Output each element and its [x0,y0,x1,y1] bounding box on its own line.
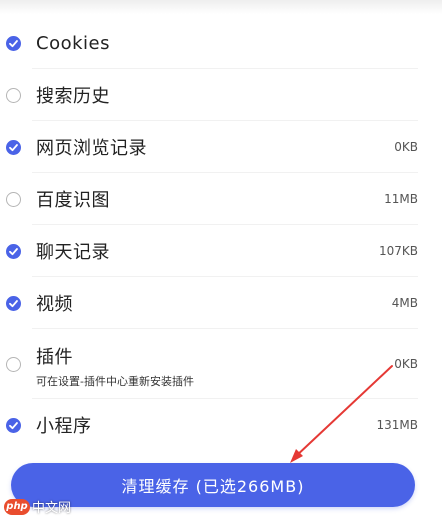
cache-item-list: Cookies 搜索历史 网页浏览记录 0KB 百度识图 11MB 聊天记录 1… [0,17,442,451]
watermark-text: 中文网 [32,501,72,516]
top-edge [0,0,442,14]
list-item-chat-history[interactable]: 聊天记录 107KB [0,225,442,277]
item-size: 11MB [384,192,418,206]
list-item-video[interactable]: 视频 4MB [0,277,442,329]
item-label: 视频 [36,294,73,315]
item-label: 插件 [36,347,73,368]
item-size: 131MB [376,418,419,432]
list-item-mini-programs[interactable]: 小程序 131MB [0,399,442,451]
item-size: 0KB [394,140,418,154]
item-label: 小程序 [36,416,92,437]
item-label: 聊天记录 [36,242,110,263]
check-circle-icon[interactable] [6,295,21,311]
watermark-badge: php [4,498,30,515]
item-size: 107KB [378,244,418,258]
list-item-search-history[interactable]: 搜索历史 [0,69,442,121]
item-subtext: 可在设置-插件中心重新安装插件 [36,375,194,388]
empty-circle-icon[interactable] [6,356,21,372]
clear-cache-button[interactable]: 清理缓存 (已选266MB) [11,463,415,507]
empty-circle-icon[interactable] [6,87,21,103]
check-circle-icon[interactable] [6,35,21,51]
item-label: Cookies [36,32,110,54]
list-item-image-search[interactable]: 百度识图 11MB [0,173,442,225]
empty-circle-icon[interactable] [6,191,21,207]
clear-cache-screen: Cookies 搜索历史 网页浏览记录 0KB 百度识图 11MB 聊天记录 1… [0,0,442,520]
list-item-plugins[interactable]: 插件 可在设置-插件中心重新安装插件 0KB [0,329,442,399]
check-circle-icon[interactable] [6,417,21,433]
watermark-logo: php 中文网 [4,497,71,516]
item-label: 百度识图 [36,190,110,211]
item-size: 0KB [394,357,418,371]
list-item-cookies[interactable]: Cookies [0,17,442,69]
check-circle-icon[interactable] [6,139,21,155]
check-circle-icon[interactable] [6,243,21,259]
item-label: 搜索历史 [36,86,110,107]
list-item-browsing-history[interactable]: 网页浏览记录 0KB [0,121,442,173]
item-label: 网页浏览记录 [36,138,147,159]
item-size: 4MB [391,296,418,310]
